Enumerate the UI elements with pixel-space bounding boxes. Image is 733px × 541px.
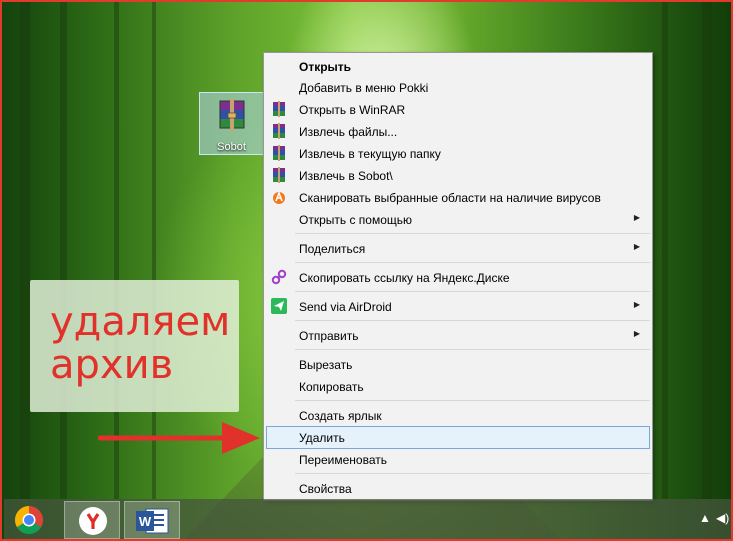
menu-separator <box>295 473 650 474</box>
desktop-file-icon-sobot[interactable]: Sobot <box>199 92 264 155</box>
note-line-2: архив <box>50 342 174 388</box>
menu-item-send-via-airdroid[interactable]: Send via AirDroid ▶ <box>266 296 650 317</box>
menu-separator <box>295 233 650 234</box>
menu-item-extract-to-sobot[interactable]: Извлечь в Sobot\ <box>266 165 650 186</box>
menu-item-open-with[interactable]: Открыть с помощью ▶ <box>266 209 650 230</box>
taskbar-yandex-button[interactable] <box>64 501 120 539</box>
menu-item-delete[interactable]: Удалить <box>266 426 650 449</box>
menu-separator <box>295 349 650 350</box>
menu-item-share[interactable]: Поделиться ▶ <box>266 238 650 259</box>
taskbar-word-button[interactable]: W <box>124 501 180 539</box>
speaker-icon[interactable]: ◀) <box>716 511 729 525</box>
desktop[interactable]: Sobot удаляем архив Открыть Добавить в м… <box>0 0 733 541</box>
menu-item-extract-here[interactable]: Извлечь в текущую папку <box>266 143 650 164</box>
word-icon: W <box>136 508 169 534</box>
menu-item-cut[interactable]: Вырезать <box>266 354 650 375</box>
menu-separator <box>295 291 650 292</box>
menu-separator <box>295 262 650 263</box>
menu-item-add-to-pokki[interactable]: Добавить в меню Pokki <box>266 77 650 98</box>
menu-item-create-shortcut[interactable]: Создать ярлык <box>266 405 650 426</box>
annotation-note: удаляем архив <box>30 280 239 412</box>
menu-item-rename[interactable]: Переименовать <box>266 449 650 470</box>
link-icon <box>271 269 287 285</box>
taskbar-chrome-button[interactable] <box>3 501 59 539</box>
submenu-arrow-icon: ▶ <box>633 300 640 309</box>
menu-item-properties[interactable]: Свойства <box>266 478 650 499</box>
context-menu: Открыть Добавить в меню Pokki Открыть в … <box>263 52 653 501</box>
desktop-file-label: Sobot <box>217 141 246 153</box>
winrar-extract-icon <box>273 123 285 139</box>
winrar-icon <box>273 101 285 117</box>
taskbar: W ▲ ◀) <box>3 499 731 539</box>
winrar-extract-here-icon <box>273 145 285 161</box>
yandex-browser-icon <box>79 507 107 535</box>
submenu-arrow-icon: ▶ <box>633 242 640 251</box>
menu-item-send-to[interactable]: Отправить ▶ <box>266 325 650 346</box>
menu-separator <box>295 320 650 321</box>
chrome-icon <box>15 506 43 534</box>
submenu-arrow-icon: ▶ <box>633 329 640 338</box>
menu-item-extract-files[interactable]: Извлечь файлы... <box>266 121 650 142</box>
winrar-archive-icon <box>219 99 245 131</box>
menu-item-open[interactable]: Открыть <box>266 56 650 77</box>
tray-expand-icon[interactable]: ▲ <box>699 511 711 525</box>
submenu-arrow-icon: ▶ <box>633 213 640 222</box>
menu-item-scan-virus[interactable]: Сканировать выбранные области на наличие… <box>266 187 650 208</box>
avast-icon <box>273 190 285 204</box>
red-arrow-icon <box>98 422 260 454</box>
svg-text:W: W <box>139 514 152 529</box>
note-line-1: удаляем <box>50 299 231 345</box>
winrar-extract-to-folder-icon <box>273 167 285 183</box>
menu-item-copy-yandex-link[interactable]: Скопировать ссылку на Яндекс.Диске <box>266 267 650 288</box>
airdroid-icon <box>271 298 287 314</box>
menu-item-copy[interactable]: Копировать <box>266 376 650 397</box>
menu-separator <box>295 400 650 401</box>
menu-item-open-in-winrar[interactable]: Открыть в WinRAR <box>266 99 650 120</box>
